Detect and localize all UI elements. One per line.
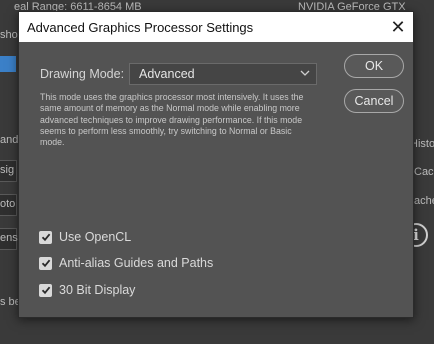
checkmark-icon	[41, 259, 50, 268]
use-opencl-option[interactable]: Use OpenCL	[39, 229, 131, 245]
ok-button[interactable]: OK	[344, 54, 404, 78]
right-text-fragment: ache	[414, 195, 434, 207]
left-text-fragment: sig	[0, 164, 15, 176]
use-opencl-checkbox[interactable]	[39, 230, 52, 244]
30-bit-display-label: 30 Bit Display	[59, 283, 136, 297]
30-bit-display-checkbox[interactable]	[39, 283, 52, 297]
dialog-title: Advanced Graphics Processor Settings	[27, 20, 254, 35]
right-text-fragment: Cac	[414, 166, 434, 178]
left-text-fragment: ens	[0, 232, 18, 244]
left-text-fragment: and	[0, 134, 19, 146]
left-text-fragment: sho	[0, 29, 18, 41]
drawing-mode-value: Advanced	[139, 67, 195, 81]
anti-alias-checkbox[interactable]	[39, 256, 52, 270]
30-bit-display-option[interactable]: 30 Bit Display	[39, 282, 135, 298]
drawing-mode-select[interactable]: Advanced	[129, 63, 317, 85]
cancel-button[interactable]: Cancel	[344, 89, 404, 113]
anti-alias-option[interactable]: Anti-alias Guides and Paths	[39, 255, 213, 271]
selected-list-item[interactable]	[0, 56, 16, 72]
drawing-mode-description: This mode uses the graphics processor mo…	[40, 92, 304, 148]
checkmark-icon	[41, 233, 50, 242]
gpu-settings-dialog: Advanced Graphics Processor Settings ✕ D…	[18, 11, 414, 318]
close-icon[interactable]: ✕	[383, 12, 413, 42]
chevron-down-icon	[300, 70, 310, 76]
left-text-fragment: oto	[0, 198, 16, 210]
anti-alias-label: Anti-alias Guides and Paths	[59, 256, 214, 270]
use-opencl-label: Use OpenCL	[59, 230, 132, 244]
dialog-titlebar: Advanced Graphics Processor Settings ✕	[19, 12, 413, 42]
drawing-mode-label: Drawing Mode:	[40, 67, 125, 81]
checkmark-icon	[41, 286, 50, 295]
